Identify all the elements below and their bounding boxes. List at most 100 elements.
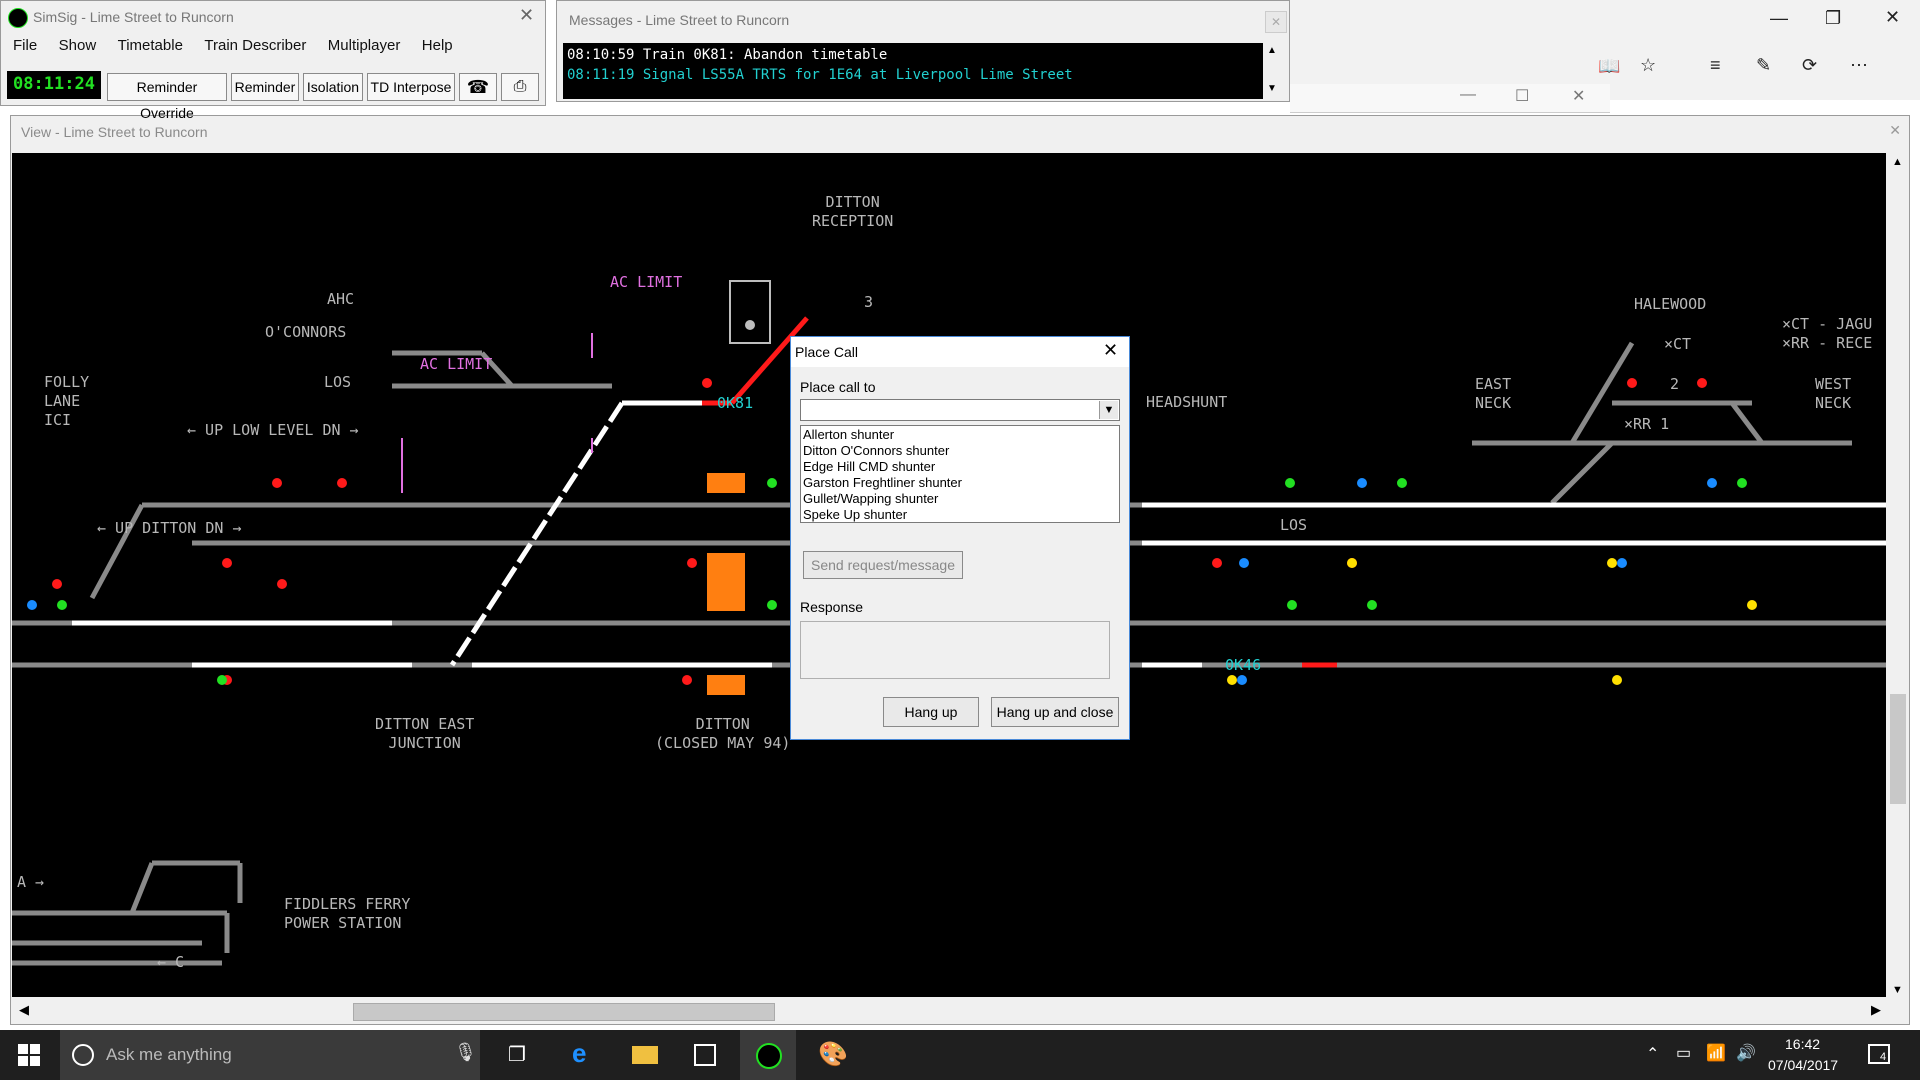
scroll-down-icon[interactable]: ▼ [1892,984,1903,996]
label-platform-3: 3 [864,293,874,311]
scroll-thumb[interactable] [1890,694,1906,804]
menu-train-describer[interactable]: Train Describer [204,37,306,54]
label-xct-jagu: ×CT - JAGU ×RR - RECE [1782,315,1873,352]
edge-browser-icon[interactable]: e [572,1038,586,1069]
reading-view-icon[interactable]: 📖 [1598,56,1620,77]
background-window-bar: — ☐ ✕ [1290,84,1610,113]
main-window-title: SimSig - Lime Street to Runcorn [33,9,234,25]
search-box[interactable]: Ask me anything 🎙 [60,1030,480,1080]
telephone-icon[interactable]: ☎ [459,73,497,101]
scroll-up-icon[interactable]: ▲ [1267,45,1277,56]
close-icon[interactable]: ✕ [1265,11,1287,33]
label-los: LOS [324,373,352,391]
simsig-taskbar-button[interactable] [740,1030,796,1080]
list-item[interactable]: Garston Freghtliner shunter [803,475,1117,491]
scroll-right-icon[interactable]: ▶ [1871,1002,1881,1018]
battery-icon[interactable]: ▭ [1676,1043,1691,1063]
game-clock: 08:11:24 [7,71,101,99]
scroll-down-icon[interactable]: ▼ [1267,83,1277,94]
label-fiddlers-ferry: FIDDLERS FERRY POWER STATION [284,895,411,932]
list-item[interactable]: Allerton shunter [803,427,1117,443]
list-item[interactable]: Speke Up shunter [803,507,1117,523]
menu-file[interactable]: File [13,37,37,54]
microphone-icon[interactable]: 🎙 [454,1042,477,1063]
hang-up-button[interactable]: Hang up [883,697,979,727]
more-icon[interactable]: ⋯ [1850,55,1868,76]
simsig-logo-icon [8,8,28,28]
scroll-thumb[interactable] [353,1003,775,1021]
reminder-button[interactable]: Reminder [231,73,299,101]
menubar: File Show Timetable Train Describer Mult… [13,37,470,55]
place-call-dropdown[interactable]: ▼ [800,399,1120,421]
place-call-list[interactable]: Allerton shunter Ditton O'Connors shunte… [800,425,1120,523]
reminder-override-button[interactable]: Reminder Override [107,73,227,121]
windows-start-icon[interactable] [18,1044,40,1066]
notification-count: 4 [1880,1051,1887,1063]
label-folly-lane: FOLLY LANE ICI [44,373,90,429]
hub-icon[interactable]: ≡ [1710,55,1721,76]
action-center-icon[interactable]: 4 [1868,1044,1890,1064]
horizontal-scrollbar[interactable]: ◀ ▶ [13,1000,1887,1022]
file-explorer-icon[interactable] [632,1046,658,1064]
task-view-icon[interactable]: ❐ [508,1042,526,1067]
share-icon[interactable]: ⟳ [1802,55,1817,76]
menu-show[interactable]: Show [59,37,97,54]
clock-time[interactable]: 16:42 [1785,1036,1820,1052]
message-line: 08:10:59 Train 0K81: Abandon timetable [567,47,888,63]
clock-date[interactable]: 07/04/2017 [1768,1057,1838,1073]
label-halewood: HALEWOOD [1634,295,1707,313]
td-interpose-button[interactable]: TD Interpose [367,73,455,101]
label-ditton-reception: DITTON RECEPTION [812,193,894,230]
web-note-icon[interactable]: ✎ [1756,55,1771,76]
response-label: Response [800,599,864,615]
place-call-dialog: Place Call ✕ Place call to ▼ Allerton sh… [790,336,1130,740]
hang-up-and-close-button[interactable]: Hang up and close [991,697,1119,727]
chevron-down-icon[interactable]: ▼ [1099,401,1118,419]
printer-icon[interactable]: ⎙ [501,73,539,101]
scroll-up-icon[interactable]: ▲ [1892,156,1903,168]
menu-timetable[interactable]: Timetable [118,37,183,54]
train-id-0k81[interactable]: 0K81 [717,394,753,413]
dialog-title: Place Call [795,344,859,360]
minimize-icon[interactable]: — [1770,8,1788,29]
menu-help[interactable]: Help [422,37,453,54]
show-hidden-icons-icon[interactable]: ⌃ [1646,1044,1659,1064]
volume-icon[interactable]: 🔊 [1736,1043,1756,1063]
maximize-icon[interactable]: ❐ [1825,8,1841,29]
close-icon[interactable]: ✕ [1572,86,1585,106]
label-oconnors: O'CONNORS [265,323,347,341]
list-item[interactable]: Edge Hill CMD shunter [803,459,1117,475]
train-id-0k46[interactable]: 0K46 [1225,656,1261,675]
place-call-label: Place call to [800,379,876,395]
label-c-arrow: ← C [157,953,185,971]
wifi-icon[interactable]: 📶 [1706,1043,1726,1063]
label-ditton: DITTON (CLOSED MAY 94) [655,715,791,752]
favorite-star-icon[interactable]: ☆ [1640,55,1656,76]
label-ahc: AHC [327,290,355,308]
menu-multiplayer[interactable]: Multiplayer [328,37,401,54]
label-up-ditton: ← UP DITTON DN → [97,519,242,537]
store-icon[interactable] [694,1044,716,1066]
label-platform-2: 2 [1670,375,1680,393]
paint-icon[interactable]: 🎨 [818,1040,848,1069]
maximize-icon[interactable]: ☐ [1515,86,1529,106]
vertical-scrollbar[interactable]: ▲ ▼ [1887,154,1909,1000]
response-field[interactable] [800,621,1110,679]
send-request-button[interactable]: Send request/message [803,551,963,579]
scroll-left-icon[interactable]: ◀ [19,1002,29,1018]
messages-window: Messages - Lime Street to Runcorn ✕ 08:1… [556,0,1290,102]
label-east-neck: EAST NECK [1475,375,1512,412]
message-line: 08:11:19 Signal LS55A TRTS for 1E64 at L… [567,67,1073,83]
list-item[interactable]: Gullet/Wapping shunter [803,491,1117,507]
close-icon[interactable]: ✕ [1103,340,1118,361]
list-item[interactable]: Ditton O'Connors shunter [803,443,1117,459]
search-icon [72,1044,94,1066]
close-icon[interactable]: ✕ [1889,122,1901,139]
messages-scrollbar[interactable]: ▲ ▼ [1263,43,1283,99]
close-icon[interactable]: ✕ [1885,7,1900,28]
messages-window-title: Messages - Lime Street to Runcorn [569,12,790,28]
minimize-icon[interactable]: — [1460,86,1476,104]
label-headshunt: HEADSHUNT [1146,393,1228,411]
isolation-button[interactable]: Isolation [303,73,363,101]
close-icon[interactable]: ✕ [519,5,534,26]
